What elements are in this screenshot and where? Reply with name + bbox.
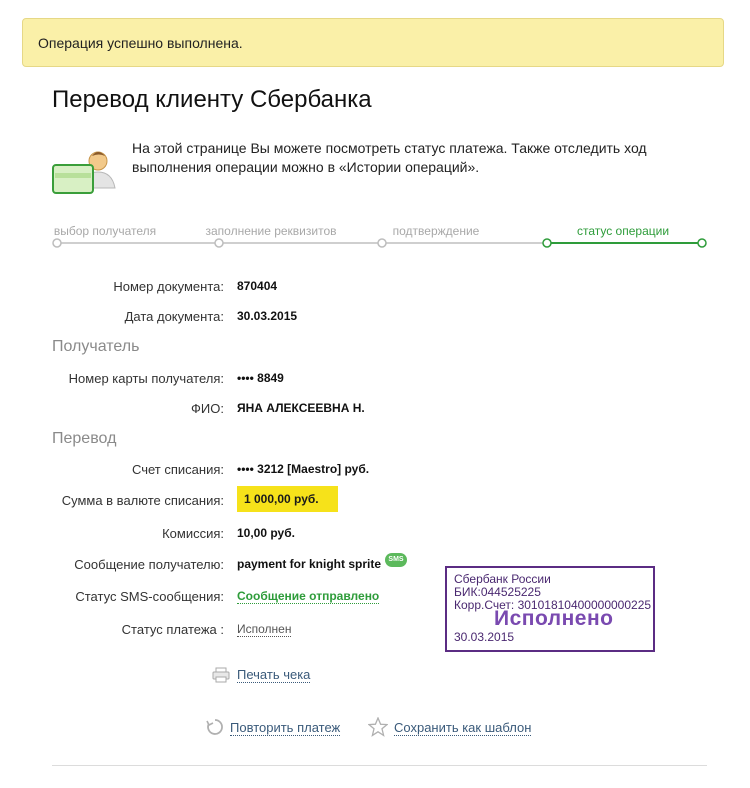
sms-status-label: Статус SMS-сообщения:	[75, 589, 224, 604]
printer-icon[interactable]	[212, 667, 230, 683]
stamp-date: 30.03.2015	[454, 630, 515, 644]
success-alert: Операция успешно выполнена.	[22, 18, 724, 67]
doc-number-label: Номер документа:	[113, 279, 224, 294]
payment-status-link[interactable]: Исполнен	[237, 622, 292, 637]
doc-date-value: 30.03.2015	[237, 309, 298, 323]
page-title: Перевод клиенту Сбербанка	[52, 86, 372, 113]
print-receipt-link[interactable]: Печать чека	[237, 667, 311, 683]
recipient-section-title: Получатель	[52, 338, 140, 355]
message-value: payment for knight sprite	[237, 557, 382, 571]
progress-steps: выбор получателя заполнение реквизитов п…	[52, 220, 710, 260]
fee-value: 10,00 руб.	[237, 526, 295, 540]
intro-text: На этой странице Вы можете посмотреть ст…	[132, 140, 647, 175]
amount-value: 1 000,00 руб.	[237, 486, 338, 512]
fio-label: ФИО:	[191, 401, 224, 416]
transfer-section-title: Перевод	[52, 430, 117, 447]
user-card-icon	[52, 151, 116, 194]
fio-value: ЯНА АЛЕКСЕЕВНА Н.	[237, 401, 365, 415]
doc-date-label: Дата документа:	[124, 309, 224, 324]
doc-number-value: 870404	[237, 279, 278, 293]
repeat-icon[interactable]	[206, 718, 224, 736]
alert-text: Операция успешно выполнена.	[38, 35, 243, 51]
sms-icon: SMS	[385, 553, 407, 567]
stamp-status: Исполнено	[494, 607, 614, 630]
steps-track	[52, 238, 707, 248]
sms-status-link[interactable]: Сообщение отправлено	[237, 589, 380, 604]
bank-stamp: Сбербанк России БИК:044525225 Корр.Счет:…	[445, 566, 655, 652]
card-number-value: •••• 8849	[237, 371, 284, 385]
account-label: Счет списания:	[131, 462, 224, 477]
card-number-label: Номер карты получателя:	[68, 371, 224, 386]
repeat-payment-link[interactable]: Повторить платеж	[230, 720, 341, 736]
save-template-link[interactable]: Сохранить как шаблон	[394, 720, 532, 736]
bottom-divider	[52, 765, 707, 766]
account-value: •••• 3212 [Maestro] руб.	[237, 462, 370, 476]
payment-status-label: Статус платежа :	[121, 622, 224, 637]
fee-label: Комиссия:	[162, 526, 224, 541]
message-label: Сообщение получателю:	[74, 557, 224, 572]
star-icon[interactable]	[368, 717, 388, 737]
amount-label: Сумма в валюте списания:	[61, 493, 224, 508]
